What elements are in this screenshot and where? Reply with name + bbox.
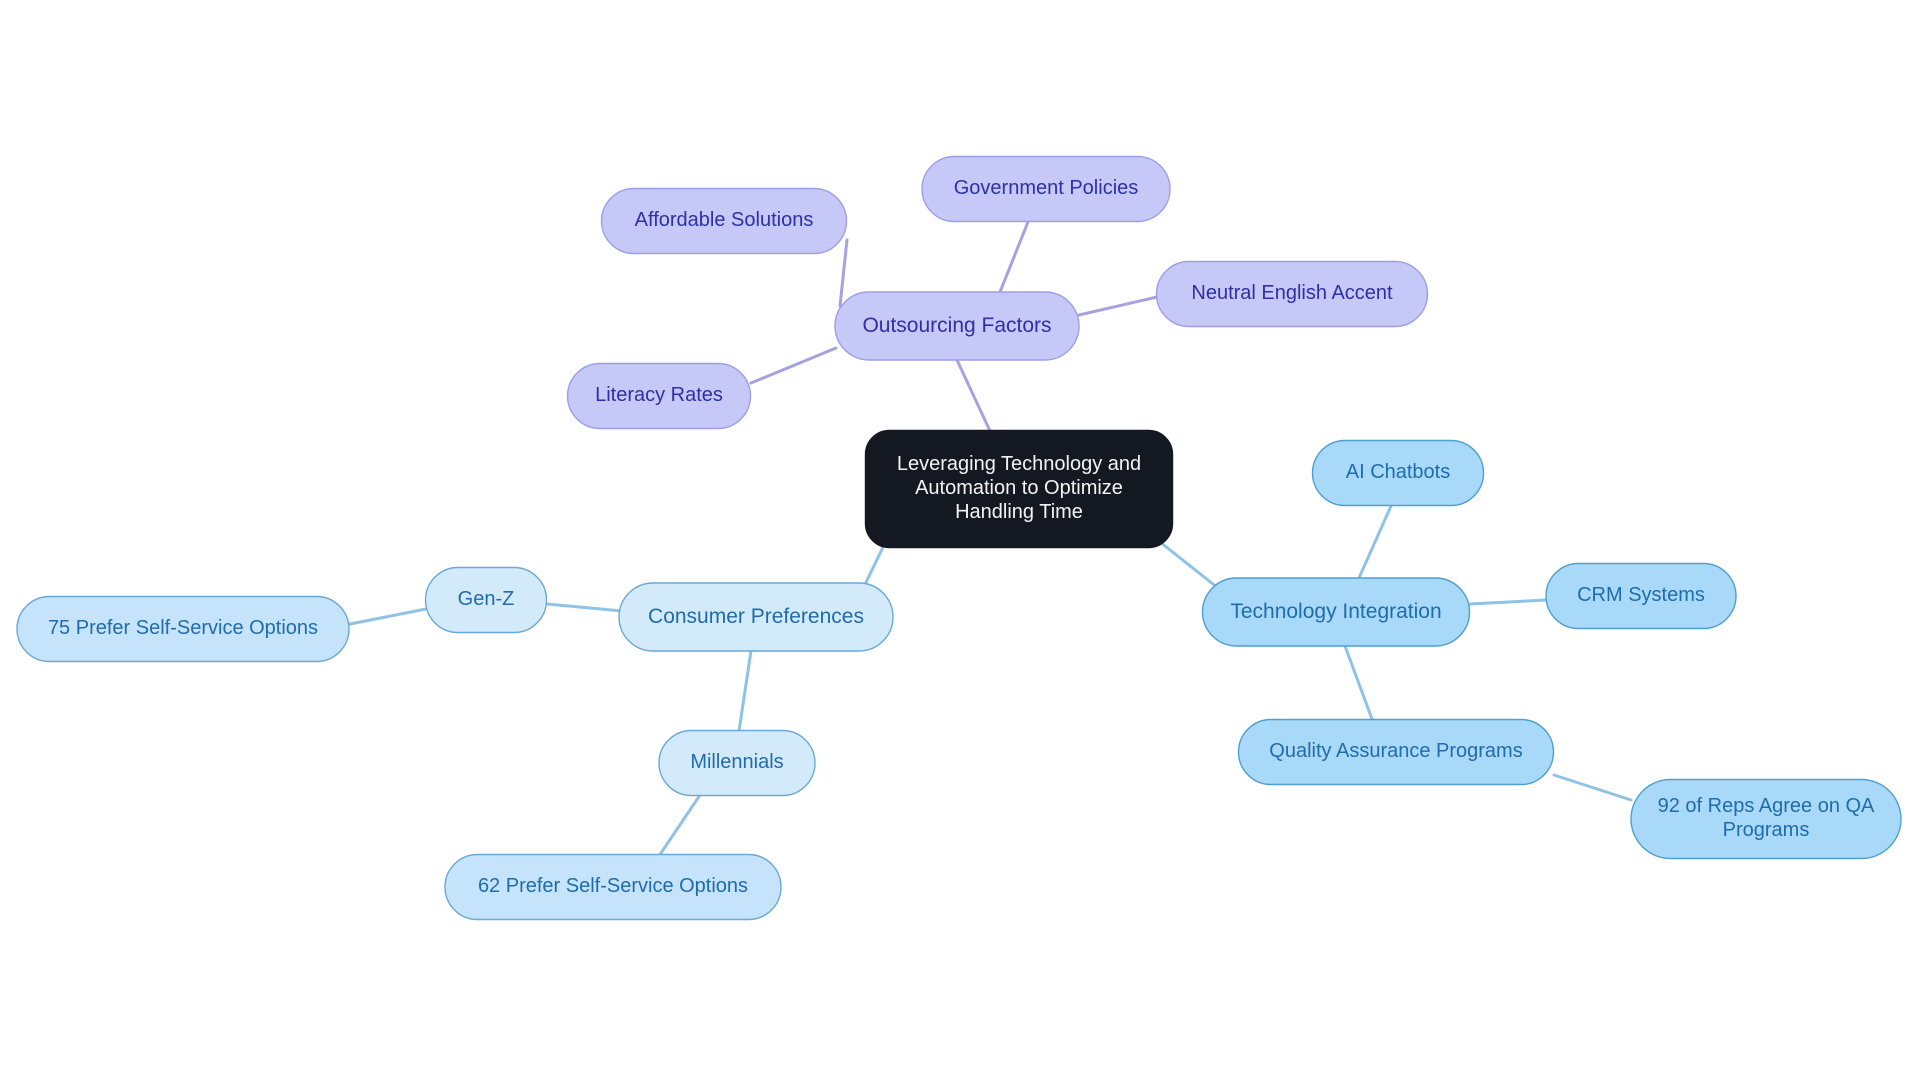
node-shape [658, 729, 816, 797]
central-node[interactable]: Leveraging Technology and Automation to O… [864, 429, 1174, 549]
leaf-node[interactable]: Millennials [658, 729, 816, 797]
mindmap-edge [348, 607, 428, 626]
leaf-node[interactable]: 75 Prefer Self-Service Options [16, 595, 350, 663]
mindmap-edge [1552, 773, 1633, 802]
node-shape [1237, 718, 1555, 786]
mindmap-edge [1468, 598, 1548, 606]
leaf-node[interactable]: Literacy Rates [566, 362, 752, 430]
mindmap-edge [657, 793, 702, 858]
mindmap-edge [1077, 295, 1159, 317]
leaf-node[interactable]: Gen-Z [424, 566, 548, 634]
node-shape [864, 429, 1174, 549]
leaf-node[interactable]: Government Policies [921, 155, 1171, 223]
node-shape [834, 291, 1080, 361]
leaf-node[interactable]: CRM Systems [1545, 562, 1737, 630]
node-shape [16, 595, 350, 663]
mindmap-edge [955, 358, 992, 433]
node-shape [444, 853, 782, 921]
mindmap-edge [1158, 540, 1225, 594]
mindmap-edge [998, 220, 1030, 294]
leaf-node[interactable]: AI Chatbots [1311, 439, 1485, 507]
node-shape [618, 582, 894, 652]
mindmap-edge [838, 238, 849, 308]
mindmap-edge [1343, 644, 1374, 721]
node-shape [600, 187, 848, 255]
leaf-node[interactable]: Affordable Solutions [600, 187, 848, 255]
node-shape [424, 566, 548, 634]
mindmap-edge [545, 602, 624, 613]
node-shape [1201, 577, 1471, 647]
node-shape [1630, 778, 1902, 860]
branch-node[interactable]: Technology Integration [1201, 577, 1471, 647]
nodes-layer: Leveraging Technology and Automation to O… [16, 155, 1902, 921]
mindmap-edge [1357, 504, 1393, 580]
mindmap-edge [749, 346, 838, 385]
branch-node[interactable]: Outsourcing Factors [834, 291, 1080, 361]
node-shape [1545, 562, 1737, 630]
node-shape [566, 362, 752, 430]
leaf-node[interactable]: Quality Assurance Programs [1237, 718, 1555, 786]
node-shape [1155, 260, 1429, 328]
mindmap-edge [737, 649, 753, 733]
leaf-node[interactable]: 92 of Reps Agree on QA Programs [1630, 778, 1902, 860]
node-shape [1311, 439, 1485, 507]
mindmap-canvas: Leveraging Technology and Automation to O… [0, 0, 1920, 1083]
branch-node[interactable]: Consumer Preferences [618, 582, 894, 652]
leaf-node[interactable]: 62 Prefer Self-Service Options [444, 853, 782, 921]
leaf-node[interactable]: Neutral English Accent [1155, 260, 1429, 328]
mindmap-svg: Leveraging Technology and Automation to O… [16, 155, 1902, 921]
node-shape [921, 155, 1171, 223]
